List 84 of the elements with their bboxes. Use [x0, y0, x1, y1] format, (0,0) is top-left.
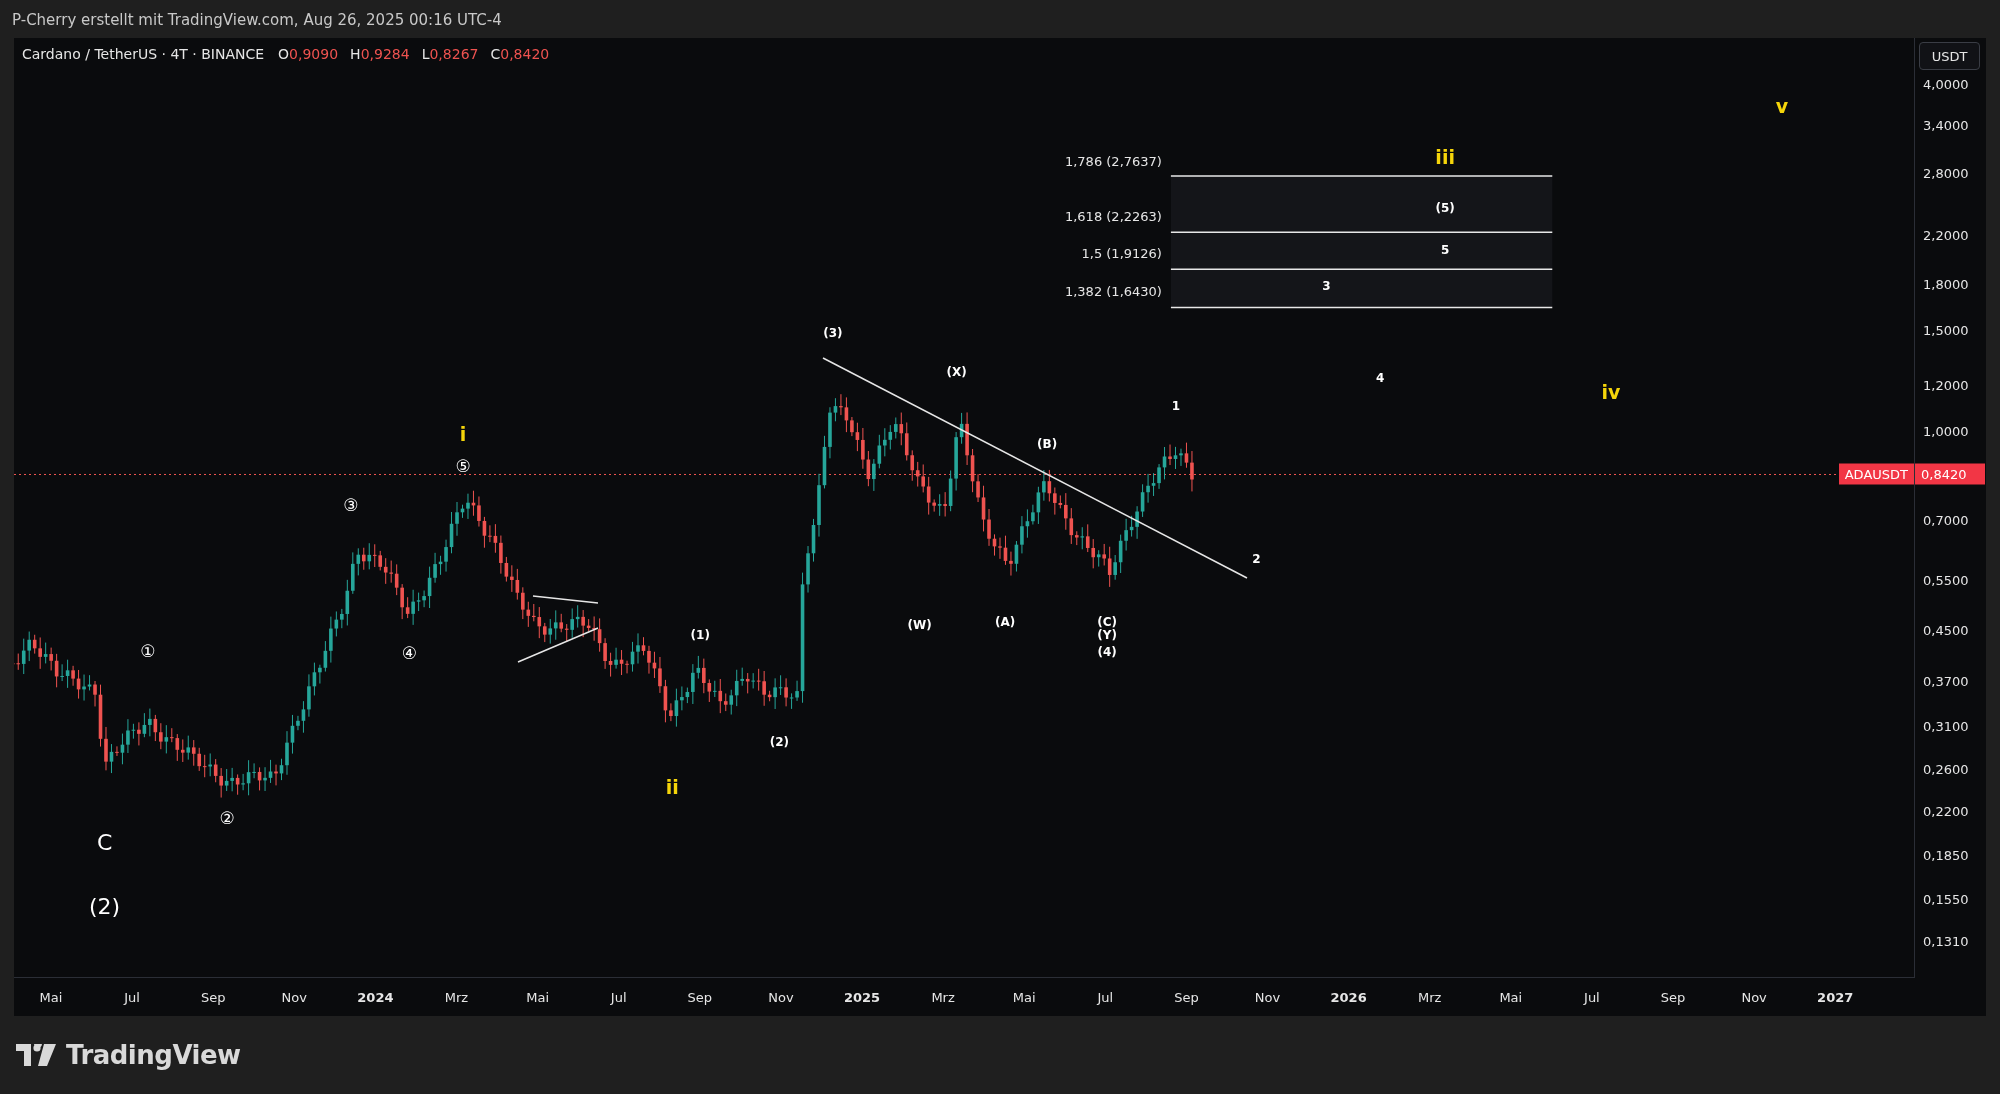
price-label: 0,1850	[1923, 847, 1969, 863]
wave-label: 4	[1375, 371, 1385, 384]
wave-label: ④	[401, 644, 418, 662]
wave-label: (W)	[907, 619, 932, 631]
time-label: Jul	[610, 989, 627, 1005]
wave-label: ③	[343, 496, 359, 514]
price-label: 1,2000	[1923, 377, 1969, 393]
wave-label: (C)	[1097, 616, 1117, 629]
price-label: 1,5000	[1923, 322, 1969, 338]
time-label: Mai	[526, 989, 549, 1005]
chart-caption: P-Cherry erstellt mit TradingView.com, Aug 26, 2025 00:16 UTC-4	[11, 10, 503, 31]
wave-label: (5)	[1435, 201, 1455, 214]
time-label: Mai	[1012, 989, 1036, 1005]
price-label: 0,1550	[1923, 891, 1969, 907]
time-label: Mai	[39, 989, 63, 1005]
logo-text: TradingView	[66, 1040, 241, 1070]
wave-label: C	[96, 832, 113, 855]
price-label: 1,0000	[1923, 423, 1969, 439]
time-label: 2024	[357, 989, 394, 1005]
time-label: Jul	[1097, 989, 1114, 1005]
currency-button[interactable]: USDT	[1919, 42, 1980, 70]
wave-label: 1	[1171, 399, 1181, 412]
current-price-badge: 0,8420	[1915, 464, 1985, 485]
fibonacci-level-label: 1,786 (2,7637)	[1064, 153, 1162, 169]
ohlc-value: C0,8420	[490, 46, 550, 62]
price-label: 0,2600	[1923, 761, 1969, 777]
fibonacci-level-label: 1,5 (1,9126)	[1081, 245, 1162, 261]
wave-label: ②	[219, 809, 235, 827]
price-label: 2,8000	[1923, 165, 1969, 181]
wave-label: 2	[1252, 552, 1261, 565]
price-label: 0,3100	[1923, 718, 1969, 734]
time-label: Mrz	[1418, 989, 1442, 1005]
wave-label: (3)	[823, 326, 843, 339]
time-label: Sep	[1174, 989, 1199, 1005]
time-label: Nov	[1741, 989, 1767, 1005]
wave-label: 5	[1440, 244, 1450, 256]
price-label: 3,4000	[1923, 117, 1969, 133]
ohlc-value: O0,9090	[278, 46, 339, 62]
time-label: Mai	[1499, 989, 1523, 1005]
time-label: Mrz	[444, 989, 469, 1005]
ohlc-value: H0,9284	[350, 46, 410, 62]
time-label: Jul	[124, 989, 140, 1005]
wave-label: (2)	[769, 736, 789, 749]
time-label: 2027	[1817, 989, 1854, 1005]
logo-icon	[16, 1044, 56, 1066]
price-label: 0,5500	[1923, 572, 1969, 588]
symbol-badge: ADAUSDT	[1838, 464, 1914, 485]
wave-label: iv	[1601, 382, 1621, 402]
wave-label: iii	[1435, 147, 1455, 167]
time-label: Nov	[281, 989, 307, 1005]
wave-label: (1)	[690, 629, 710, 642]
time-label: Jul	[1584, 989, 1600, 1005]
wave-label: v	[1775, 96, 1789, 116]
time-label: 2026	[1330, 989, 1367, 1005]
price-label: 1,8000	[1923, 276, 1969, 292]
price-label: 0,4500	[1923, 622, 1969, 638]
price-label: 0,2200	[1923, 803, 1969, 819]
ohlc-value: L0,8267	[421, 46, 479, 62]
wave-label: ⑤	[455, 457, 471, 475]
wave-label: 3	[1322, 279, 1331, 292]
wave-label: (2)	[89, 895, 121, 918]
wave-label: (Y)	[1097, 629, 1117, 642]
fibonacci-level-label: 1,618 (2,2263)	[1064, 208, 1162, 224]
price-label: 0,7000	[1923, 512, 1969, 528]
time-label: Nov	[768, 989, 794, 1005]
wave-label: (X)	[946, 366, 967, 379]
fibonacci-level-label: 1,382 (1,6430)	[1064, 283, 1162, 299]
wave-label: (4)	[1097, 645, 1117, 658]
time-label: 2025	[843, 989, 881, 1005]
wave-label: i	[459, 424, 467, 444]
wave-label: (A)	[994, 616, 1016, 629]
price-label: 0,3700	[1923, 673, 1969, 689]
price-label: 2,2000	[1923, 227, 1969, 243]
time-label: Mrz	[931, 989, 955, 1005]
wave-label: (B)	[1037, 437, 1058, 450]
time-label: Sep	[200, 989, 226, 1005]
time-label: Sep	[687, 989, 713, 1005]
price-label: 0,1310	[1923, 933, 1969, 949]
symbol-title: Cardano / TetherUS · 4T · BINANCE	[22, 46, 265, 62]
wave-label: ii	[665, 777, 679, 797]
price-label: 4,0000	[1923, 76, 1969, 92]
time-label: Nov	[1254, 989, 1281, 1005]
wave-label: ①	[140, 642, 156, 659]
time-label: Sep	[1660, 989, 1686, 1005]
